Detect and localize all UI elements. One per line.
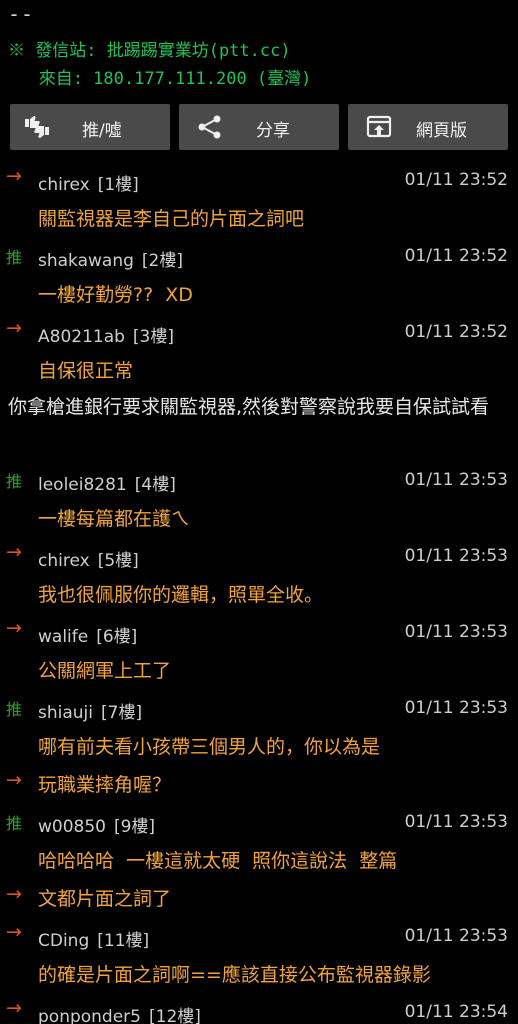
thumbs-up-down-icon xyxy=(25,116,49,138)
comment-text: 關監視器是李自己的片面之詞吧 xyxy=(38,208,305,230)
push-tag: 推 xyxy=(6,700,23,719)
comment-user[interactable]: shakawang [2樓] xyxy=(38,246,183,271)
comment-time: 01/11 23:53 xyxy=(404,926,508,946)
comment-user[interactable]: w00850 [9樓] xyxy=(38,812,155,837)
comment-text: 一樓每篇都在護ㄟ xyxy=(38,508,191,530)
comment-item: → A80211ab [3樓] 01/11 23:52 自保很正常 xyxy=(0,314,518,390)
arrow-tag: → xyxy=(6,165,22,187)
push-boo-label: 推/噓 xyxy=(82,121,122,141)
comment-user[interactable]: chirex [1樓] xyxy=(38,170,139,195)
push-tag: 推 xyxy=(6,248,23,267)
floor-number: [3樓] xyxy=(132,327,175,347)
arrow-tag: → xyxy=(6,921,22,943)
comment-time: 01/11 23:53 xyxy=(404,546,508,566)
comment-time: 01/11 23:54 xyxy=(404,1002,508,1022)
share-button[interactable]: 分享 xyxy=(179,104,339,150)
ptt-article-view: -- ※ 發信站: 批踢踢實業坊(ptt.cc) 來自: 180.177.111… xyxy=(0,0,518,1024)
comment-text: 哪有前夫看小孩帶三個男人的，你以為是 xyxy=(38,736,381,758)
web-version-label: 網頁版 xyxy=(416,121,467,141)
comment-time: 01/11 23:52 xyxy=(404,246,508,266)
signature-source-line: ※ 發信站: 批踢踢實業坊(ptt.cc) xyxy=(8,41,291,61)
share-label: 分享 xyxy=(256,121,290,141)
comment-time: 01/11 23:53 xyxy=(404,622,508,642)
share-icon xyxy=(198,115,221,139)
comment-user[interactable]: shiauji [7樓] xyxy=(38,698,142,723)
comment-time: 01/11 23:53 xyxy=(404,698,508,718)
push-tag: 推 xyxy=(6,814,23,833)
comment-text: 自保很正常 xyxy=(38,360,134,382)
comment-text: 我也很佩服你的邏輯，照單全收。 xyxy=(38,584,324,606)
comment-user[interactable]: leolei8281 [4樓] xyxy=(38,470,176,495)
action-toolbar: 推/噓 分享 網頁版 xyxy=(0,104,518,150)
floor-number: [5樓] xyxy=(97,551,139,571)
comment-item: → chirex [1樓] 01/11 23:52 關監視器是李自己的片面之詞吧 xyxy=(0,162,518,238)
comment-continuation-text: 玩職業摔角喔？ xyxy=(38,774,172,796)
comment-text: 公關網軍上工了 xyxy=(38,660,172,682)
arrow-tag: → xyxy=(6,317,22,339)
continuation-arrow: → xyxy=(6,883,22,905)
comment-list: → chirex [1樓] 01/11 23:52 關監視器是李自己的片面之詞吧 … xyxy=(0,162,518,1024)
signature-from-line: 來自: 180.177.111.200 (臺灣) xyxy=(8,69,312,89)
comment-text: 的確是片面之詞啊==應該直接公布監視器錄影 xyxy=(38,964,431,986)
signature-separator: -- xyxy=(8,2,35,26)
web-version-button[interactable]: 網頁版 xyxy=(348,104,508,150)
comment-item: → CDing [11樓] 01/11 23:53 的確是片面之詞啊==應該直接公… xyxy=(0,918,518,994)
arrow-tag: → xyxy=(6,997,22,1019)
comment-continuation-text: 文都片面之詞了 xyxy=(38,888,172,910)
comment-item: → chirex [5樓] 01/11 23:53 我也很佩服你的邏輯，照單全收。 xyxy=(0,538,518,614)
floor-number: [1樓] xyxy=(97,175,139,195)
comment-time: 01/11 23:52 xyxy=(404,322,508,342)
article-note-text: 你拿槍進銀行要求關監視器,然後對警察說我要自保試試看 xyxy=(8,396,490,418)
floor-number: [9樓] xyxy=(113,817,156,837)
floor-number: [11樓] xyxy=(97,931,150,951)
comment-item: 推 leolei8281 [4樓] 01/11 23:53 一樓每篇都在護ㄟ xyxy=(0,462,518,538)
continuation-arrow: → xyxy=(6,769,22,791)
push-boo-button[interactable]: 推/噓 xyxy=(10,104,170,150)
comment-time: 01/11 23:53 xyxy=(404,470,508,490)
arrow-tag: → xyxy=(6,541,22,563)
comment-item: → ponponder5 [12樓] 01/11 23:54 xyxy=(0,994,518,1024)
floor-number: [7樓] xyxy=(101,703,143,723)
comment-item: 推 shiauji [7樓] 01/11 23:53 哪有前夫看小孩帶三個男人的，… xyxy=(0,690,518,804)
comment-item: 推 w00850 [9樓] 01/11 23:53 哈哈哈哈 一樓這就太硬 照你這… xyxy=(0,804,518,918)
arrow-tag: → xyxy=(6,617,22,639)
push-tag: 推 xyxy=(6,472,23,491)
comment-user[interactable]: ponponder5 [12樓] xyxy=(38,1002,201,1024)
comment-item: → walife [6樓] 01/11 23:53 公關網軍上工了 xyxy=(0,614,518,690)
comment-user[interactable]: walife [6樓] xyxy=(38,622,137,647)
floor-number: [6樓] xyxy=(96,627,138,647)
comment-user[interactable]: CDing [11樓] xyxy=(38,926,149,951)
comment-text: 一樓好勤勞?? XD xyxy=(38,284,193,306)
comment-time: 01/11 23:53 xyxy=(404,812,508,832)
floor-number: [4樓] xyxy=(134,475,176,495)
floor-number: [2樓] xyxy=(141,251,183,271)
comment-item: 推 shakawang [2樓] 01/11 23:52 一樓好勤勞?? XD xyxy=(0,238,518,314)
comment-user[interactable]: chirex [5樓] xyxy=(38,546,139,571)
comment-time: 01/11 23:52 xyxy=(404,170,508,190)
comment-text: 哈哈哈哈 一樓這就太硬 照你這說法 整篇 xyxy=(38,850,398,872)
open-in-browser-icon xyxy=(366,115,392,138)
comment-user[interactable]: A80211ab [3樓] xyxy=(38,322,174,347)
floor-number: [12樓] xyxy=(149,1007,201,1024)
